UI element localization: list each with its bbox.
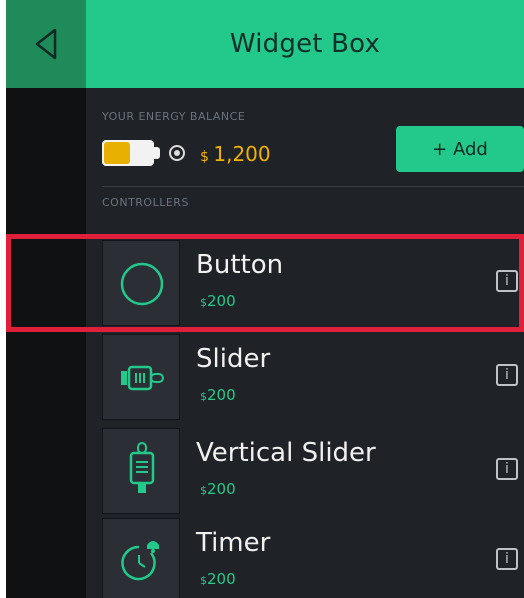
controller-name: Button: [196, 250, 284, 280]
energy-balance-label: YOUR ENERGY BALANCE: [102, 110, 246, 123]
slider-icon: [121, 365, 164, 391]
header-bar: Widget Box: [86, 0, 524, 88]
widget-icon-box: [102, 518, 180, 598]
page-title: Widget Box: [229, 29, 381, 59]
info-button[interactable]: i: [496, 548, 518, 570]
info-button[interactable]: i: [496, 364, 518, 386]
controller-name: Vertical Slider: [196, 438, 376, 468]
info-icon: i: [505, 461, 509, 477]
widget-icon-box: [102, 240, 180, 326]
widget-icon-box: [102, 428, 180, 514]
vertical-slider-icon: [129, 442, 155, 493]
add-energy-button[interactable]: + Add: [396, 126, 524, 172]
widget-icon-box: [102, 334, 180, 420]
info-icon: i: [505, 367, 509, 383]
coin-icon: [169, 145, 185, 161]
controller-price: $200: [200, 386, 236, 404]
widget-box-panel: YOUR ENERGY BALANCE $ 1,200 + Add CONTRO…: [86, 88, 524, 598]
energy-sign: $: [200, 149, 214, 165]
controller-item-timer[interactable]: Timer $200 i: [102, 518, 524, 598]
left-strip: [6, 88, 86, 598]
info-button[interactable]: i: [496, 458, 518, 480]
back-arrow-icon: [35, 28, 57, 60]
controller-price: $200: [200, 570, 236, 588]
timer-icon: [121, 541, 159, 581]
controller-item-vertical-slider[interactable]: Vertical Slider $200 i: [102, 428, 524, 520]
app-frame: Widget Box YOUR ENERGY BALANCE $ 1,200 +…: [6, 0, 524, 598]
controller-name: Timer: [196, 528, 271, 558]
controller-price: $200: [200, 292, 236, 310]
controllers-label: CONTROLLERS: [102, 196, 189, 209]
back-button[interactable]: [6, 0, 86, 88]
controller-item-button[interactable]: Button $200 i: [102, 240, 524, 332]
divider: [102, 186, 524, 187]
controller-item-slider[interactable]: Slider $200 i: [102, 334, 524, 426]
controller-price: $200: [200, 480, 236, 498]
controller-name: Slider: [196, 344, 271, 374]
battery-icon: [102, 140, 154, 166]
info-icon: i: [505, 273, 509, 289]
info-icon: i: [505, 551, 509, 567]
info-button[interactable]: i: [496, 270, 518, 292]
energy-balance-value: $ 1,200: [200, 142, 271, 166]
circle-icon: [120, 262, 164, 306]
